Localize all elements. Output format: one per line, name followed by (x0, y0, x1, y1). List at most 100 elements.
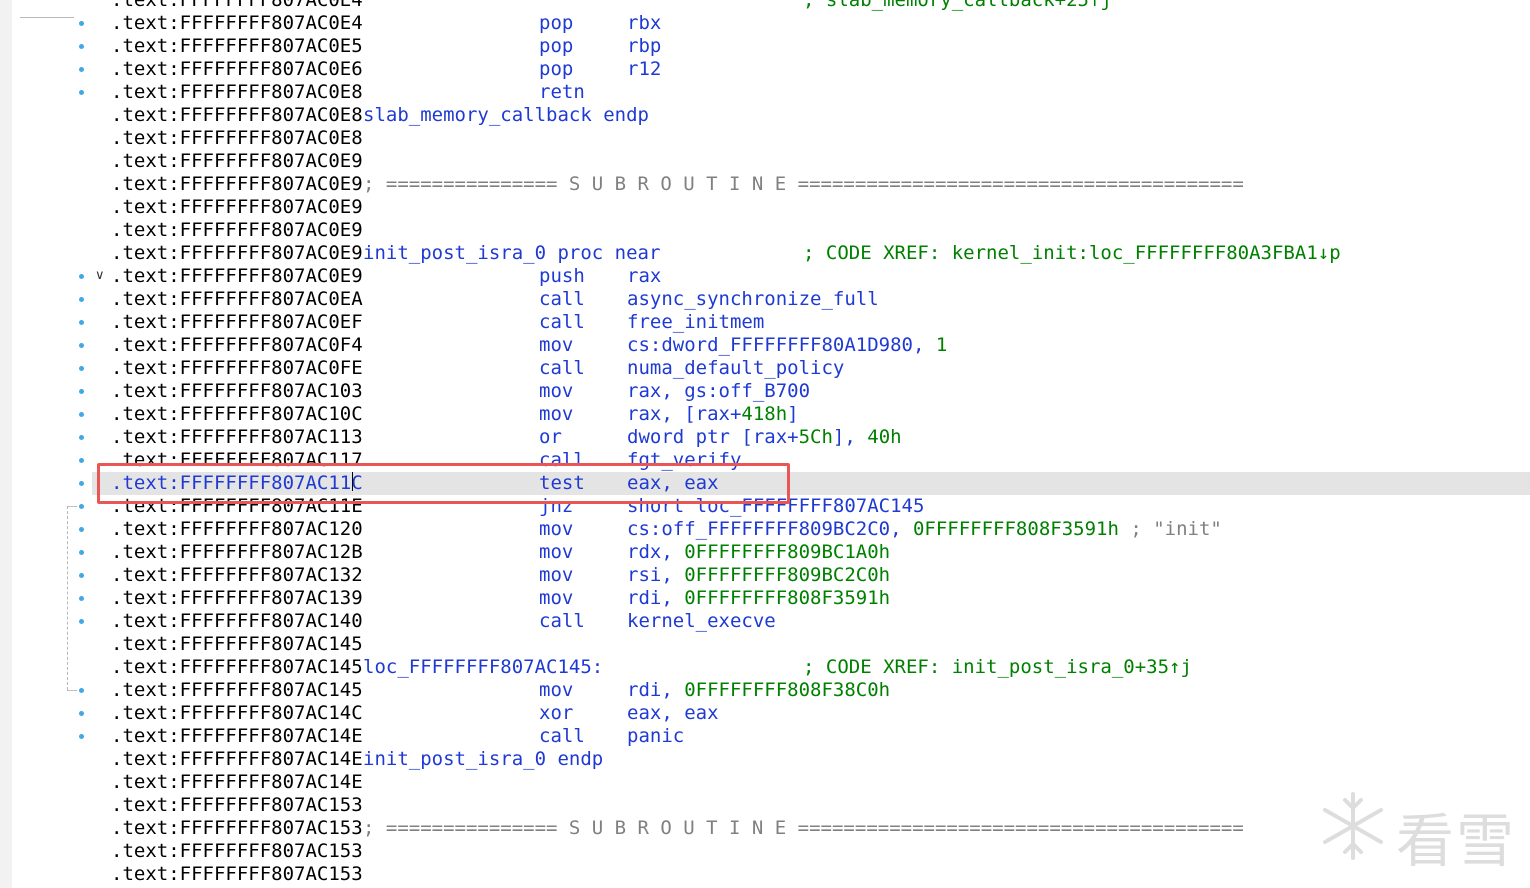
listing-line[interactable]: .text:FFFFFFFF807AC113 or dword ptr [rax+5… (92, 426, 1530, 449)
listing-line[interactable]: .text:FFFFFFFF807AC0FE call numa_default_p… (92, 357, 1530, 380)
instruction-operands[interactable]: kernel_execve (627, 610, 776, 633)
instruction-address[interactable]: .text:FFFFFFFF807AC145 (111, 656, 363, 679)
listing-line[interactable]: .text:FFFFFFFF807AC145 loc_FFFFFFFF807AC1… (92, 656, 1530, 679)
listing-line[interactable]: .text:FFFFFFFF807AC0E8 (92, 127, 1530, 150)
instruction-address[interactable]: .text:FFFFFFFF807AC145 (111, 679, 363, 702)
instruction-operands[interactable]: numa_default_policy (627, 357, 844, 380)
instruction-mnemonic[interactable]: call (539, 288, 585, 311)
listing-line[interactable]: .text:FFFFFFFF807AC0E9 (92, 219, 1530, 242)
instruction-address[interactable]: .text:FFFFFFFF807AC113 (111, 426, 363, 449)
instruction-mnemonic[interactable]: mov (539, 587, 573, 610)
instruction-mnemonic[interactable]: mov (539, 380, 573, 403)
listing-line[interactable]: .text:FFFFFFFF807AC153 (92, 840, 1530, 863)
instruction-mnemonic[interactable]: mov (539, 541, 573, 564)
instruction-address[interactable]: .text:FFFFFFFF807AC0E9 (111, 265, 363, 288)
listing-line[interactable]: .text:FFFFFFFF807AC14C xor eax, eax (92, 702, 1530, 725)
collapse-chevron-icon[interactable]: ∨ (95, 268, 105, 283)
listing-line[interactable]: .text:FFFFFFFF807AC145 (92, 633, 1530, 656)
instruction-operands[interactable]: rdi, 0FFFFFFFF808F3591h (627, 587, 890, 610)
instruction-mnemonic[interactable]: mov (539, 564, 573, 587)
listing-line[interactable]: .text:FFFFFFFF807AC0E4 pop rbx (92, 12, 1530, 35)
instruction-mnemonic[interactable]: pop (539, 35, 573, 58)
instruction-address[interactable]: .text:FFFFFFFF807AC120 (111, 518, 363, 541)
instruction-mnemonic[interactable]: mov (539, 679, 573, 702)
instruction-address[interactable]: .text:FFFFFFFF807AC153 (111, 794, 363, 817)
instruction-address[interactable]: .text:FFFFFFFF807AC14E (111, 748, 363, 771)
instruction-address[interactable]: .text:FFFFFFFF807AC139 (111, 587, 363, 610)
instruction-address[interactable]: .text:FFFFFFFF807AC153 (111, 840, 363, 863)
instruction-address[interactable]: .text:FFFFFFFF807AC0E8 (111, 81, 363, 104)
instruction-operands[interactable]: async_synchronize_full (627, 288, 879, 311)
instruction-operands[interactable]: eax, eax (627, 702, 719, 725)
partial-top-line[interactable]: .text:FFFFFFFF807AC0E4 ; slab_memory_cal… (92, 0, 1530, 12)
instruction-mnemonic[interactable]: mov (539, 403, 573, 426)
listing-line[interactable]: .text:FFFFFFFF807AC145 mov rdi, 0FFFFFFFF8… (92, 679, 1530, 702)
listing-line[interactable]: .text:FFFFFFFF807AC0E6 pop r12 (92, 58, 1530, 81)
function-label[interactable]: init_post_isra_0 proc near (363, 242, 660, 265)
instruction-address[interactable]: .text:FFFFFFFF807AC0EA (111, 288, 363, 311)
instruction-address[interactable]: .text:FFFFFFFF807AC0E5 (111, 35, 363, 58)
instruction-mnemonic[interactable]: or (539, 426, 562, 449)
instruction-address[interactable]: .text:FFFFFFFF807AC0F4 (111, 334, 363, 357)
listing-line[interactable]: .text:FFFFFFFF807AC0E8 slab_memory_callba… (92, 104, 1530, 127)
listing-line[interactable]: .text:FFFFFFFF807AC0EF call free_initmem (92, 311, 1530, 334)
listing-line[interactable]: .text:FFFFFFFF807AC0E8 retn (92, 81, 1530, 104)
instruction-address[interactable]: .text:FFFFFFFF807AC12B (111, 541, 363, 564)
instruction-mnemonic[interactable]: call (539, 357, 585, 380)
instruction-operands[interactable]: rbp (627, 35, 661, 58)
instruction-operands[interactable]: rax, [rax+418h] (627, 403, 799, 426)
instruction-mnemonic[interactable]: call (539, 311, 585, 334)
listing-line[interactable]: .text:FFFFFFFF807AC140 call kernel_execve (92, 610, 1530, 633)
instruction-address[interactable]: .text:FFFFFFFF807AC0E8 (111, 104, 363, 127)
instruction-address[interactable]: .text:FFFFFFFF807AC14E (111, 725, 363, 748)
listing-line[interactable]: .text:FFFFFFFF807AC14E (92, 771, 1530, 794)
instruction-address[interactable]: .text:FFFFFFFF807AC140 (111, 610, 363, 633)
instruction-address[interactable]: .text:FFFFFFFF807AC0E9 (111, 219, 363, 242)
instruction-mnemonic[interactable]: retn (539, 81, 585, 104)
instruction-operands[interactable]: rsi, 0FFFFFFFF809BC2C0h (627, 564, 890, 587)
listing-line[interactable]: .text:FFFFFFFF807AC0E5 pop rbp (92, 35, 1530, 58)
instruction-operands[interactable]: dword ptr [rax+5Ch], 40h (627, 426, 902, 449)
listing-line[interactable]: .text:FFFFFFFF807AC0E9 push rax (92, 265, 1530, 288)
disassembly-listing[interactable]: .text:FFFFFFFF807AC0E4 ; slab_memory_cal… (92, 0, 1530, 888)
instruction-address[interactable]: .text:FFFFFFFF807AC14E (111, 771, 363, 794)
instruction-operands[interactable]: rdi, 0FFFFFFFF808F38C0h (627, 679, 890, 702)
instruction-operands[interactable]: panic (627, 725, 684, 748)
instruction-operands[interactable]: rax, gs:off_B700 (627, 380, 810, 403)
instruction-operands[interactable]: free_initmem (627, 311, 764, 334)
instruction-address[interactable]: .text:FFFFFFFF807AC145 (111, 633, 363, 656)
instruction-operands[interactable]: rax (627, 265, 661, 288)
function-label[interactable]: init_post_isra_0 endp (363, 748, 603, 771)
instruction-mnemonic[interactable]: call (539, 725, 585, 748)
instruction-address[interactable]: .text:FFFFFFFF807AC0E8 (111, 127, 363, 150)
instruction-mnemonic[interactable]: pop (539, 58, 573, 81)
function-label[interactable]: loc_FFFFFFFF807AC145: (363, 656, 603, 679)
code-xref-comment[interactable]: ; CODE XREF: kernel_init:loc_FFFFFFFF80A… (803, 242, 1341, 265)
listing-line[interactable]: .text:FFFFFFFF807AC0EA call async_synchron… (92, 288, 1530, 311)
instruction-address[interactable]: .text:FFFFFFFF807AC0EF (111, 311, 363, 334)
instruction-mnemonic[interactable]: xor (539, 702, 573, 725)
instruction-operands[interactable]: cs:off_FFFFFFFF809BC2C0, 0FFFFFFFF808F35… (627, 518, 1222, 541)
instruction-address[interactable]: .text:FFFFFFFF807AC153 (111, 817, 363, 840)
listing-line[interactable]: .text:FFFFFFFF807AC153 (92, 794, 1530, 817)
instruction-address[interactable]: .text:FFFFFFFF807AC0E6 (111, 58, 363, 81)
function-label[interactable]: slab_memory_callback endp (363, 104, 649, 127)
listing-line[interactable]: .text:FFFFFFFF807AC0E9; =============== … (92, 173, 1530, 196)
instruction-mnemonic[interactable]: mov (539, 334, 573, 357)
listing-line[interactable]: .text:FFFFFFFF807AC0E9 (92, 150, 1530, 173)
instruction-mnemonic[interactable]: mov (539, 518, 573, 541)
instruction-mnemonic[interactable]: call (539, 610, 585, 633)
listing-line[interactable]: .text:FFFFFFFF807AC132 mov rsi, 0FFFFFFFF8… (92, 564, 1530, 587)
instruction-address[interactable]: .text:FFFFFFFF807AC0E4 (111, 12, 363, 35)
instruction-operands[interactable]: r12 (627, 58, 661, 81)
instruction-address[interactable]: .text:FFFFFFFF807AC0E9 (111, 150, 363, 173)
listing-line[interactable]: .text:FFFFFFFF807AC103 mov rax, gs:off_B70… (92, 380, 1530, 403)
instruction-address[interactable]: .text:FFFFFFFF807AC153 (111, 863, 363, 886)
instruction-address[interactable]: .text:FFFFFFFF807AC14C (111, 702, 363, 725)
instruction-mnemonic[interactable]: pop (539, 12, 573, 35)
instruction-address[interactable]: .text:FFFFFFFF807AC0FE (111, 357, 363, 380)
listing-line[interactable]: .text:FFFFFFFF807AC14E call panic (92, 725, 1530, 748)
code-xref-comment[interactable]: ; CODE XREF: init_post_isra_0+35↑j (803, 656, 1192, 679)
instruction-address[interactable]: .text:FFFFFFFF807AC103 (111, 380, 363, 403)
listing-line[interactable]: .text:FFFFFFFF807AC139 mov rdi, 0FFFFFFFF8… (92, 587, 1530, 610)
